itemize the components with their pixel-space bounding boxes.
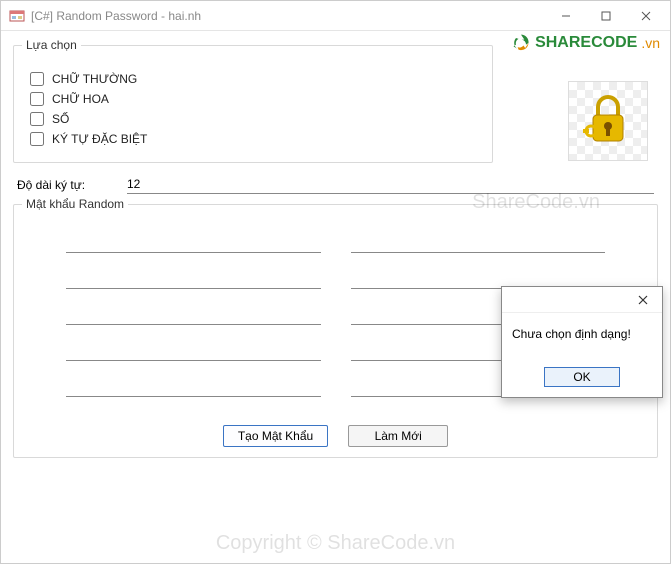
checkbox-lowercase-input[interactable] xyxy=(30,72,44,86)
output-field[interactable] xyxy=(66,235,321,253)
options-legend: Lựa chọn xyxy=(22,38,81,52)
brand-tld: .vn xyxy=(641,35,660,51)
dialog-ok-button[interactable]: OK xyxy=(544,367,620,387)
checkbox-uppercase-input[interactable] xyxy=(30,92,44,106)
maximize-button[interactable] xyxy=(586,2,626,30)
brand-logo: SHARECODE.vn xyxy=(511,33,660,53)
dialog-titlebar xyxy=(502,287,662,313)
lock-image xyxy=(568,81,648,161)
refresh-button[interactable]: Làm Mới xyxy=(348,425,448,447)
checkbox-uppercase[interactable]: CHỮ HOA xyxy=(26,92,480,106)
checkbox-special-label: KÝ TỰ ĐẶC BIỆT xyxy=(52,132,147,146)
generate-button[interactable]: Tạo Mật Khẩu xyxy=(223,425,328,447)
checkbox-digits-label: SỐ xyxy=(52,112,69,126)
checkbox-special-input[interactable] xyxy=(30,132,44,146)
length-label: Độ dài ký tự: xyxy=(17,178,127,192)
brand-name: SHARECODE xyxy=(535,34,637,52)
window-title: [C#] Random Password - hai.nh xyxy=(31,9,201,23)
output-field[interactable] xyxy=(66,271,321,289)
output-field[interactable] xyxy=(66,307,321,325)
length-input[interactable] xyxy=(127,175,654,194)
checkbox-lowercase-label: CHỮ THƯỜNG xyxy=(52,72,137,86)
close-button[interactable] xyxy=(626,2,666,30)
random-legend: Mật khẩu Random xyxy=(22,197,128,211)
recycle-icon xyxy=(511,33,531,53)
output-field[interactable] xyxy=(66,379,321,397)
minimize-button[interactable] xyxy=(546,2,586,30)
dialog-message: Chưa chọn định dạng! xyxy=(502,313,662,363)
checkbox-special[interactable]: KÝ TỰ ĐẶC BIỆT xyxy=(26,132,480,146)
length-row: Độ dài ký tự: xyxy=(17,175,654,194)
checkbox-digits[interactable]: SỐ xyxy=(26,112,480,126)
app-icon xyxy=(9,8,25,24)
lock-icon xyxy=(583,93,633,149)
message-dialog: Chưa chọn định dạng! OK xyxy=(501,286,663,398)
output-field[interactable] xyxy=(351,235,606,253)
dialog-close-button[interactable] xyxy=(628,289,658,311)
titlebar: [C#] Random Password - hai.nh xyxy=(1,1,670,31)
checkbox-uppercase-label: CHỮ HOA xyxy=(52,92,109,106)
watermark-bottom: Copyright © ShareCode.vn xyxy=(1,532,670,555)
options-groupbox: Lựa chọn CHỮ THƯỜNG CHỮ HOA SỐ KÝ TỰ ĐẶC… xyxy=(13,45,493,163)
checkbox-digits-input[interactable] xyxy=(30,112,44,126)
output-field[interactable] xyxy=(66,343,321,361)
checkbox-lowercase[interactable]: CHỮ THƯỜNG xyxy=(26,72,480,86)
